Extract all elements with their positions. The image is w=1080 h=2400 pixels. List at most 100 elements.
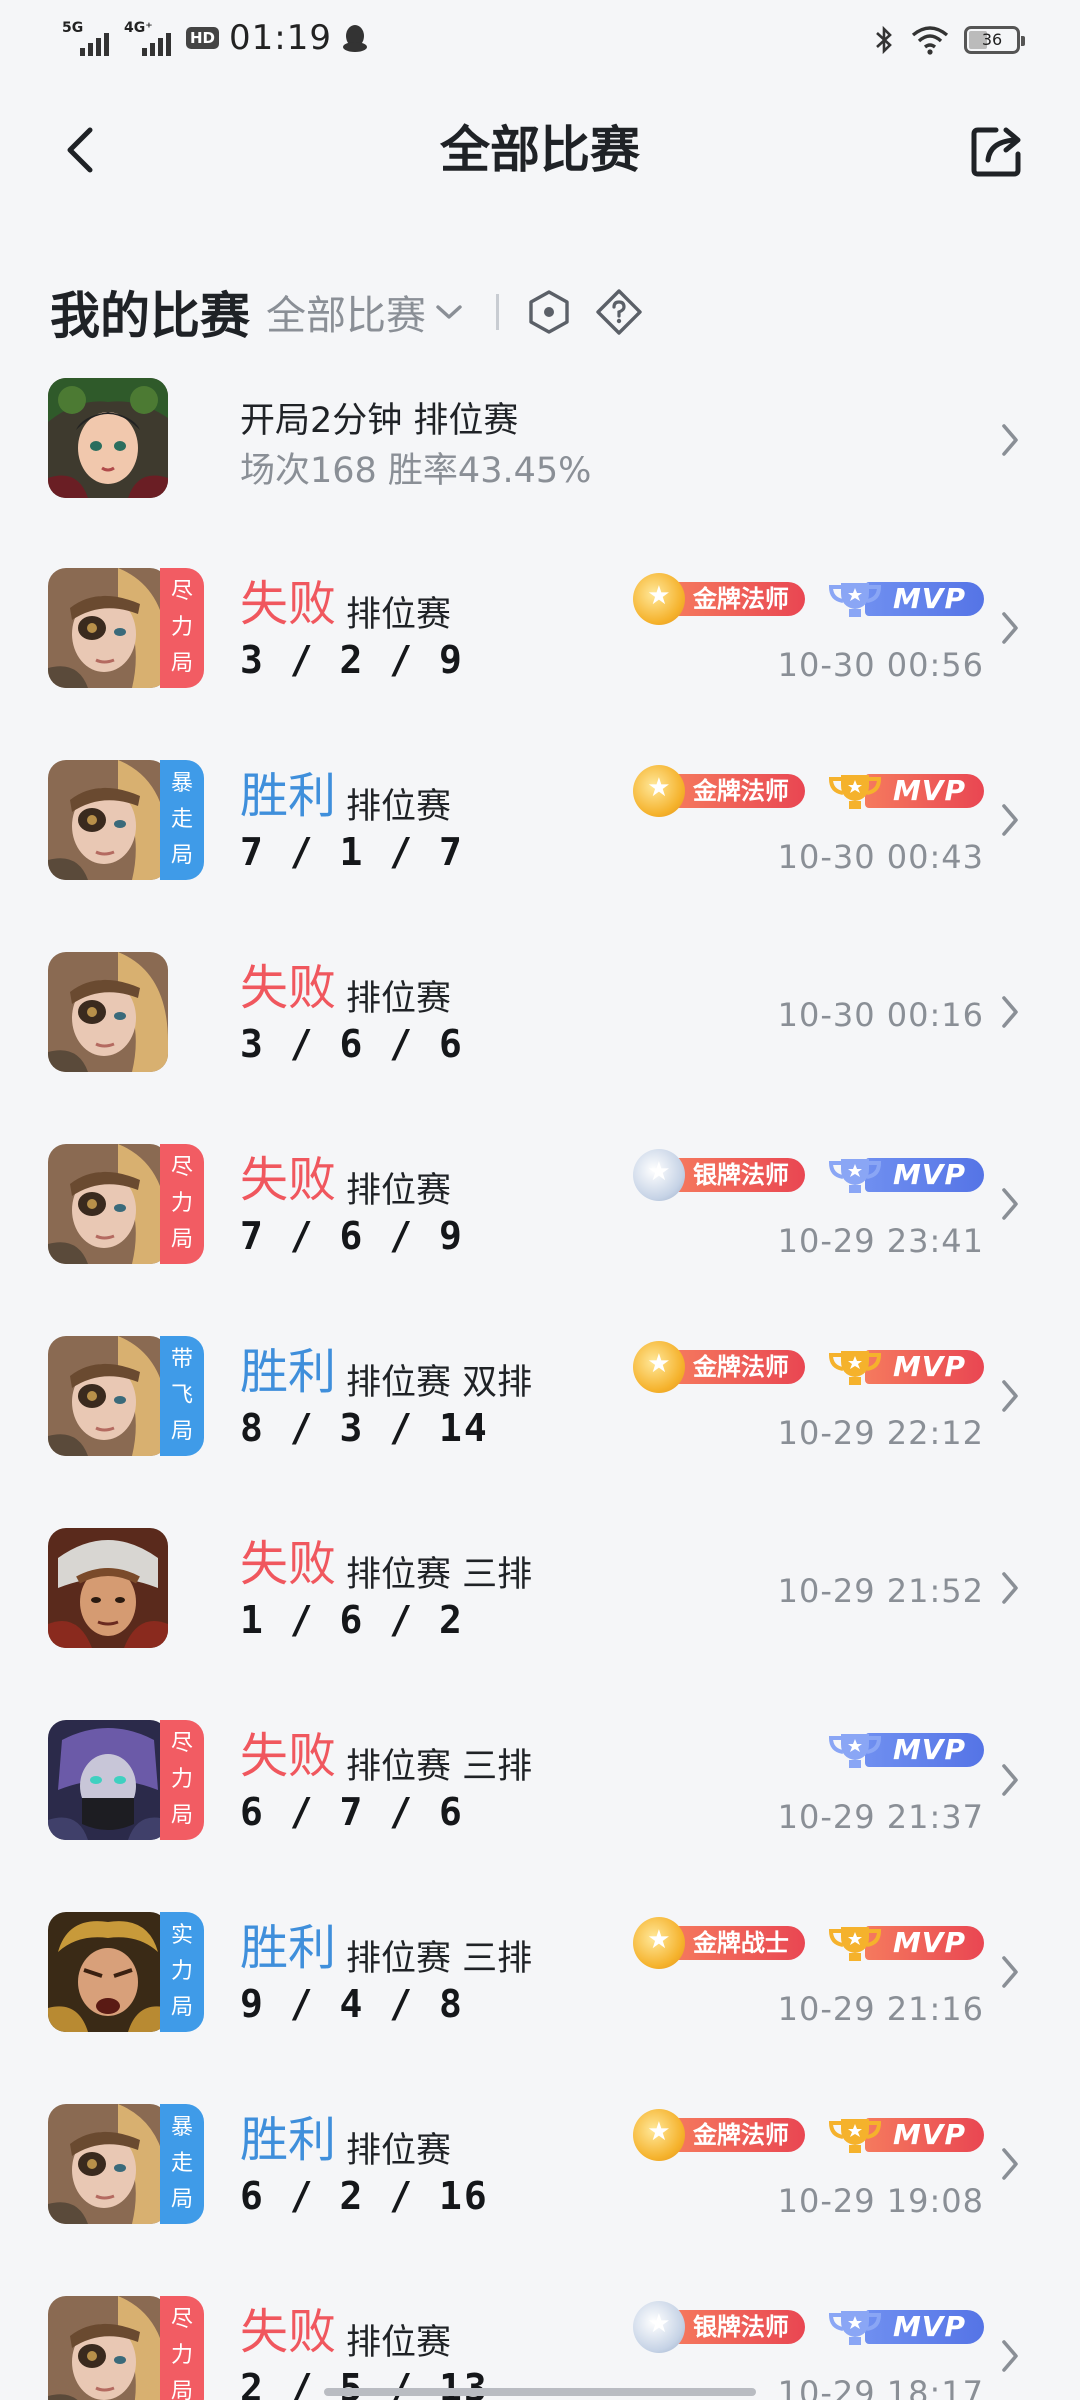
mvp-badge: MVP (827, 2115, 984, 2155)
match-row[interactable]: 暴走局胜利排位赛6 / 2 / 16 金牌法师 MVP 10-29 19:08 (0, 2068, 1080, 2260)
match-mode-tag: 带飞局 (160, 1336, 204, 1456)
match-row[interactable]: 失败 排位赛 三排 1 / 6 / 2 10-29 21:52 (0, 1492, 1080, 1684)
match-type: 排位赛 三排 (346, 1939, 533, 1979)
chevron-right-icon (1002, 1956, 1018, 1988)
chevron-down-icon (436, 305, 462, 319)
match-row[interactable]: 尽力局失败排位赛3 / 2 / 9 金牌法师 MVP 10-30 00:56 (0, 532, 1080, 724)
match-kda: 9 / 4 / 8 (240, 1982, 464, 2026)
signal-4g-icon: 4G⁺ (124, 20, 176, 56)
chevron-right-icon (1002, 1572, 1018, 1604)
match-row[interactable]: 尽力局失败 排位赛 三排 6 / 7 / 6 MVP 10-29 21:37 (0, 1684, 1080, 1876)
chevron-right-icon (1002, 2340, 1018, 2372)
medal-label: 金牌战士 (670, 1926, 805, 1960)
match-result: 胜利 (240, 2112, 337, 2168)
match-row[interactable]: 失败 排位赛 3 / 6 / 6 10-30 00:16 (0, 916, 1080, 1108)
share-export-icon[interactable] (966, 118, 1030, 182)
hero-avatar (48, 2104, 168, 2224)
match-result: 失败 (240, 960, 337, 1016)
medal-icon (632, 1917, 685, 1969)
match-result: 胜利 (240, 768, 337, 824)
match-row[interactable]: 实力局胜利排位赛 三排9 / 4 / 8 金牌战士 MVP 10-29 21:16 (0, 1876, 1080, 2068)
medal-badge: 金牌法师 (632, 1341, 805, 1393)
mvp-badge: MVP (827, 1730, 984, 1770)
medal-badge: 金牌法师 (632, 573, 805, 625)
match-row[interactable]: 带飞局胜利排位赛 双排8 / 3 / 14 金牌法师 MVP 10-29 22:12 (0, 1300, 1080, 1492)
chevron-right-icon (1002, 996, 1018, 1028)
match-kda: 8 / 3 / 14 (240, 1406, 489, 1450)
mvp-badge: MVP (827, 1347, 984, 1387)
match-mode-tag: 暴走局 (160, 2104, 204, 2224)
hexagon-settings-icon[interactable] (525, 288, 573, 336)
match-row[interactable]: 尽力局失败排位赛2 / 5 / 13银牌法师MVP10-29 18:17 (0, 2260, 1080, 2400)
bluetooth-icon (876, 25, 892, 55)
match-badges: 金牌法师 MVP (632, 573, 984, 625)
status-bar: 5G 4G⁺ HD 01:19 36 (0, 0, 1080, 80)
medal-label: 金牌法师 (670, 1350, 805, 1384)
match-kda: 6 / 2 / 16 (240, 2174, 489, 2218)
wifi-icon (911, 26, 949, 55)
match-type: 排位赛 (346, 1171, 452, 1211)
trophy-icon (828, 1927, 881, 1961)
mvp-badge: MVP (827, 771, 984, 811)
section-title: 我的比赛 (50, 287, 250, 345)
match-row[interactable]: 尽力局失败排位赛7 / 6 / 9 银牌法师 MVP 10-29 23:41 (0, 1108, 1080, 1300)
medal-icon (632, 2109, 685, 2161)
match-result: 失败 (240, 1152, 337, 1208)
match-time: 10-29 19:08 (777, 2182, 984, 2220)
filter-label: 全部比赛 (266, 293, 426, 339)
match-time: 10-30 00:43 (777, 838, 984, 876)
match-type: 排位赛 三排 (346, 1555, 533, 1595)
hero-avatar (48, 1144, 168, 1264)
header-divider (496, 294, 499, 330)
medal-label: 金牌法师 (670, 2118, 805, 2152)
match-time: 10-29 22:12 (777, 1414, 984, 1452)
diamond-question-icon[interactable] (595, 288, 643, 336)
trophy-icon (828, 2311, 881, 2345)
hero-avatar (48, 952, 168, 1072)
match-badges: 金牌法师 MVP (632, 2109, 984, 2161)
trophy-icon (828, 1351, 881, 1385)
match-result: 胜利 (240, 1920, 337, 1976)
summary-stats: 场次168 胜率43.45% (240, 451, 592, 491)
match-mode-tag: 尽力局 (160, 1720, 204, 1840)
match-result: 失败 (240, 1536, 337, 1592)
match-result: 失败 (240, 2304, 337, 2360)
match-time: 10-29 18:17 (777, 2374, 984, 2400)
medal-icon (632, 1341, 685, 1393)
signal-5g-icon: 5G (62, 20, 114, 56)
match-badges: 银牌法师 MVP (632, 1149, 984, 1201)
trophy-icon (828, 2119, 881, 2153)
match-badges: 银牌法师 MVP (632, 2301, 984, 2353)
status-left: 5G 4G⁺ HD 01:19 (62, 18, 368, 58)
home-indicator[interactable] (324, 2388, 756, 2396)
status-right: 36 (872, 24, 1025, 56)
trophy-icon (828, 1734, 881, 1768)
status-time: 01:19 (229, 18, 332, 58)
match-badges: 金牌法师 MVP (632, 1341, 984, 1393)
match-type: 排位赛 (346, 595, 452, 635)
match-row[interactable]: 暴走局胜利排位赛7 / 1 / 7 金牌法师 MVP 10-30 00:43 (0, 724, 1080, 916)
medal-badge: 银牌法师 (632, 2301, 805, 2353)
match-mode-tag: 尽力局 (160, 2296, 204, 2400)
match-filter-dropdown[interactable]: 全部比赛 (266, 283, 464, 341)
hero-avatar (48, 378, 168, 498)
hero-avatar (48, 1528, 168, 1648)
match-result: 失败 (240, 1728, 337, 1784)
match-kda: 1 / 6 / 2 (240, 1598, 464, 1642)
chevron-right-icon (1002, 804, 1018, 836)
match-type: 排位赛 三排 (346, 1747, 533, 1787)
chevron-right-icon (1002, 612, 1018, 644)
hero-avatar (48, 2296, 168, 2400)
chevron-right-icon (1002, 1188, 1018, 1220)
medal-icon (632, 765, 685, 817)
match-time: 10-29 21:37 (777, 1798, 984, 1836)
medal-label: 银牌法师 (670, 2310, 805, 2344)
match-mode-tag: 尽力局 (160, 568, 204, 688)
match-type: 排位赛 (346, 2323, 452, 2363)
match-time: 10-29 23:41 (777, 1222, 984, 1260)
hero-summary-row[interactable]: 开局2分钟 排位赛 场次168 胜率43.45% (0, 372, 1080, 508)
hero-avatar (48, 760, 168, 880)
trophy-icon (828, 1159, 881, 1193)
match-type: 排位赛 (346, 979, 452, 1019)
match-badges: MVP (827, 1730, 984, 1770)
